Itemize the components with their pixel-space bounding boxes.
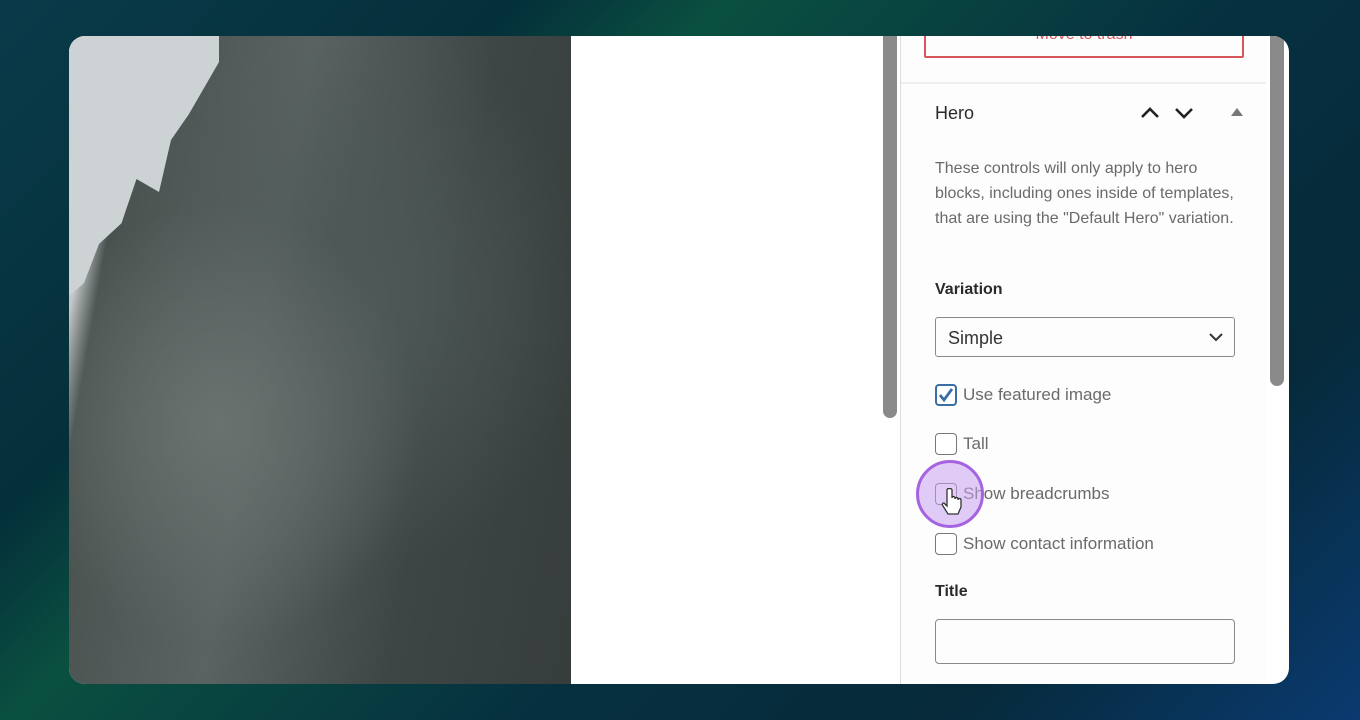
chevron-down-icon [1209,333,1223,342]
variation-value: Simple [948,328,1004,348]
sidebar-scrollbar[interactable] [1270,36,1284,386]
settings-sidebar: Move to trash Hero These controls will o… [900,36,1266,684]
use-featured-image-checkbox[interactable]: Use featured image [935,384,1111,406]
checkbox-label: Show breadcrumbs [963,484,1110,503]
move-up-icon[interactable] [1139,102,1161,129]
checkbox-label: Tall [963,434,989,453]
checkbox[interactable] [935,433,957,455]
featured-image-preview [69,36,571,684]
canvas-scrollbar[interactable] [883,36,897,418]
checkbox-label: Show contact information [963,534,1154,553]
collapse-panel-icon[interactable] [1231,108,1243,116]
tall-checkbox[interactable]: Tall [935,433,989,455]
checkbox-checked[interactable] [935,384,957,406]
panel-title: Hero [935,103,975,123]
hand-pointer-icon [941,488,962,515]
title-label: Title [935,583,968,600]
variation-label: Variation [935,281,1003,298]
title-input[interactable] [935,619,1235,664]
move-down-icon[interactable] [1173,102,1195,129]
checkbox[interactable] [935,533,957,555]
editor-window: Move to trash Hero These controls will o… [69,36,1289,684]
click-highlight [916,460,984,528]
move-to-trash-button[interactable]: Move to trash [924,36,1244,58]
divider [901,82,1266,84]
panel-description: These controls will only apply to hero b… [935,160,1234,227]
variation-select[interactable]: Simple [935,317,1235,357]
show-contact-information-checkbox[interactable]: Show contact information [935,533,1154,555]
checkmark-icon [938,388,954,403]
checkbox-label: Use featured image [963,385,1112,404]
